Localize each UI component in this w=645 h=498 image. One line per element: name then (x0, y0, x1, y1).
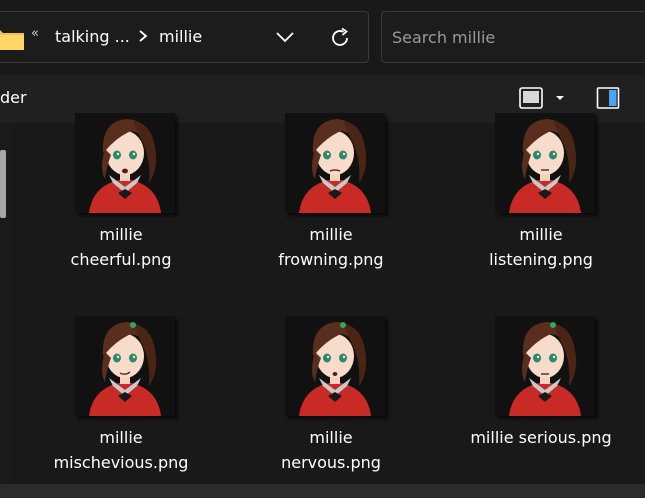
file-thumbnail (285, 316, 385, 416)
file-item[interactable]: millie serious.png (453, 316, 629, 491)
new-folder-label[interactable]: der (0, 88, 27, 107)
caret-down-icon[interactable] (553, 93, 567, 103)
file-name: millie nervous.png (281, 428, 381, 472)
file-thumbnail (495, 316, 595, 416)
file-name: millie serious.png (470, 428, 612, 447)
file-name: millie frowning.png (278, 225, 384, 269)
chevron-down-icon[interactable] (274, 28, 296, 46)
file-thumbnail (495, 113, 595, 213)
file-name: millie listening.png (489, 225, 593, 269)
horizontal-scrollbar[interactable] (0, 484, 645, 498)
scrollbar-thumb[interactable] (0, 150, 6, 218)
details-pane-icon[interactable] (596, 86, 620, 110)
file-item[interactable]: millie mischevious.png (33, 316, 209, 491)
file-name: millie mischevious.png (53, 428, 189, 472)
view-icon[interactable] (518, 86, 544, 110)
file-thumbnail (285, 113, 385, 213)
chevron-right-icon (139, 30, 148, 42)
file-item[interactable]: millie listening.png (453, 113, 629, 288)
search-placeholder: Search millie (392, 28, 496, 47)
file-name: millie cheerful.png (70, 225, 172, 269)
file-thumbnail (75, 113, 175, 213)
breadcrumb-overflow-icon[interactable]: « (31, 26, 39, 41)
breadcrumb-item-parent[interactable]: talking ... (55, 27, 130, 46)
folder-icon (0, 30, 24, 50)
file-item[interactable]: millie nervous.png (243, 316, 419, 491)
breadcrumb-item-current[interactable]: millie (159, 27, 202, 46)
refresh-icon[interactable] (328, 26, 352, 50)
file-item[interactable]: millie cheerful.png (33, 113, 209, 288)
file-thumbnail (75, 316, 175, 416)
file-item[interactable]: millie frowning.png (243, 113, 419, 288)
